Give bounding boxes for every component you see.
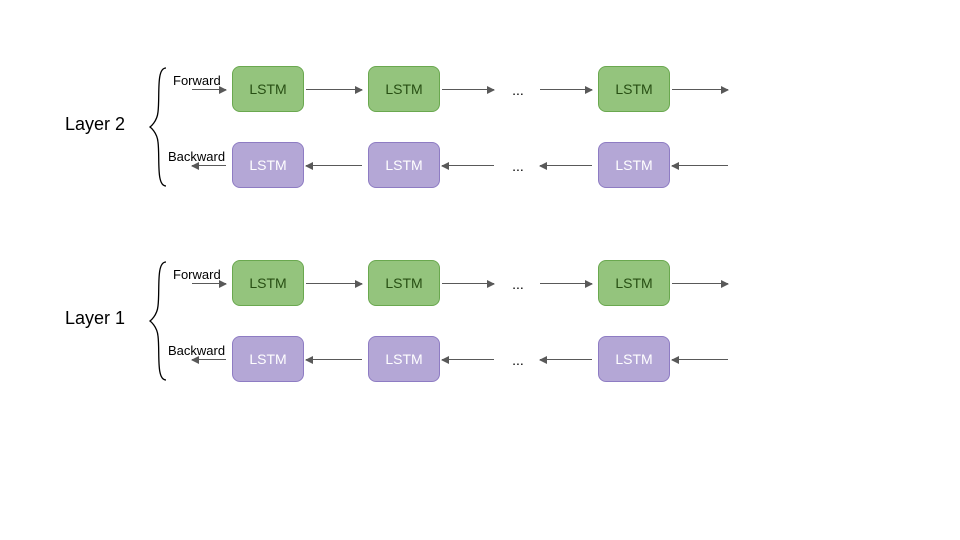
cell-text: LSTM — [615, 157, 652, 173]
cell-text: LSTM — [615, 351, 652, 367]
arrow-left — [540, 359, 592, 360]
cell-text: LSTM — [249, 157, 286, 173]
arrow-right — [672, 89, 728, 90]
arrow-left — [672, 165, 728, 166]
ellipsis: ... — [498, 276, 538, 292]
lstm-cell-backward: LSTM — [232, 142, 304, 188]
lstm-cell-forward: LSTM — [232, 260, 304, 306]
diagram-stage: Layer 2 Forward LSTM LSTM ... LSTM Backw… — [0, 0, 960, 540]
ellipsis: ... — [498, 352, 538, 368]
lstm-cell-backward: LSTM — [232, 336, 304, 382]
arrow-right — [192, 89, 226, 90]
cell-text: LSTM — [615, 275, 652, 291]
arrow-right — [306, 89, 362, 90]
layer-2-label: Layer 2 — [65, 114, 125, 135]
cell-text: LSTM — [385, 81, 422, 97]
arrow-right — [192, 283, 226, 284]
arrow-right — [540, 89, 592, 90]
lstm-cell-backward: LSTM — [368, 142, 440, 188]
cell-text: LSTM — [249, 81, 286, 97]
layer-1-label: Layer 1 — [65, 308, 125, 329]
arrow-right — [442, 89, 494, 90]
cell-text: LSTM — [385, 351, 422, 367]
cell-text: LSTM — [249, 275, 286, 291]
arrow-right — [540, 283, 592, 284]
arrow-left — [192, 165, 226, 166]
lstm-cell-forward: LSTM — [232, 66, 304, 112]
arrow-right — [672, 283, 728, 284]
arrow-left — [306, 165, 362, 166]
cell-text: LSTM — [615, 81, 652, 97]
ellipsis: ... — [498, 82, 538, 98]
arrow-right — [306, 283, 362, 284]
arrow-left — [540, 165, 592, 166]
lstm-cell-backward: LSTM — [368, 336, 440, 382]
lstm-cell-forward: LSTM — [368, 260, 440, 306]
arrow-left — [192, 359, 226, 360]
layer-1-forward-row: LSTM LSTM ... LSTM — [0, 260, 960, 306]
lstm-cell-backward: LSTM — [598, 142, 670, 188]
lstm-cell-forward: LSTM — [598, 66, 670, 112]
ellipsis: ... — [498, 158, 538, 174]
arrow-left — [442, 359, 494, 360]
arrow-right — [442, 283, 494, 284]
arrow-left — [442, 165, 494, 166]
cell-text: LSTM — [249, 351, 286, 367]
layer-2-backward-row: LSTM LSTM ... LSTM — [0, 142, 960, 188]
cell-text: LSTM — [385, 157, 422, 173]
layer-1-backward-row: LSTM LSTM ... LSTM — [0, 336, 960, 382]
lstm-cell-forward: LSTM — [368, 66, 440, 112]
layer-2-forward-row: LSTM LSTM ... LSTM — [0, 66, 960, 112]
arrow-left — [672, 359, 728, 360]
lstm-cell-backward: LSTM — [598, 336, 670, 382]
cell-text: LSTM — [385, 275, 422, 291]
lstm-cell-forward: LSTM — [598, 260, 670, 306]
arrow-left — [306, 359, 362, 360]
